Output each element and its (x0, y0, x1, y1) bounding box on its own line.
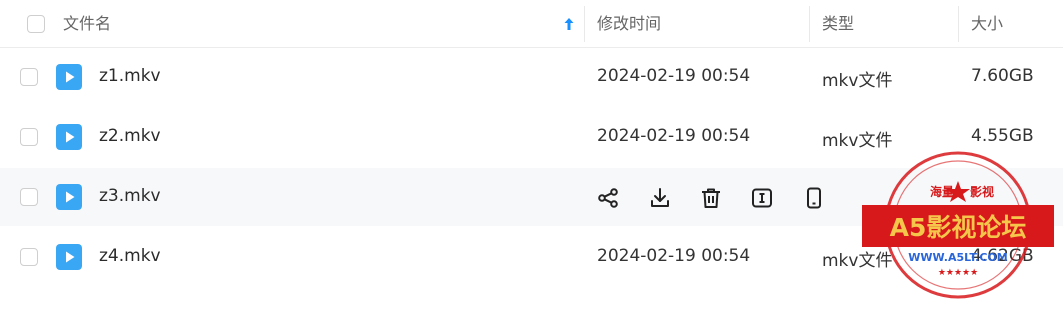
column-header-type[interactable]: 类型 (822, 0, 854, 48)
column-divider[interactable] (584, 6, 585, 42)
watermark-stamp: 海量 影视 A5影视论坛 WWW.A5LT.COM ★★★★★ (862, 151, 1054, 299)
modified-time: 2024-02-19 00:54 (597, 126, 751, 146)
watermark-stars: ★★★★★ (938, 268, 978, 278)
share-icon[interactable] (596, 186, 620, 210)
video-file-icon (56, 64, 82, 90)
modified-time: 2024-02-19 00:54 (597, 66, 751, 86)
file-type: mkv文件 (822, 131, 893, 151)
watermark-main-text: A5影视论坛 (890, 213, 1027, 242)
column-header-modified[interactable]: 修改时间 (597, 0, 661, 48)
file-name[interactable]: z2.mkv (99, 126, 161, 146)
row-checkbox[interactable] (20, 68, 38, 86)
file-name[interactable]: z4.mkv (99, 246, 161, 266)
file-list-header: 文件名 修改时间 类型 大小 (0, 0, 1063, 48)
download-icon[interactable] (648, 186, 672, 210)
video-file-icon (56, 244, 82, 270)
delete-icon[interactable] (699, 186, 723, 210)
video-file-icon (56, 184, 82, 210)
watermark-url: WWW.A5LT.COM (908, 251, 1007, 264)
file-size: 7.60GB (971, 66, 1034, 86)
mobile-icon[interactable] (802, 186, 826, 210)
file-size: 4.55GB (971, 126, 1034, 146)
file-name[interactable]: z1.mkv (99, 66, 161, 86)
rename-icon[interactable] (750, 186, 774, 210)
arrow-up-icon[interactable] (561, 16, 577, 32)
select-all-checkbox[interactable] (27, 15, 45, 33)
file-name[interactable]: z3.mkv (99, 186, 161, 206)
column-divider[interactable] (809, 6, 810, 42)
modified-time: 2024-02-19 00:54 (597, 246, 751, 266)
video-file-icon (56, 124, 82, 150)
column-header-size[interactable]: 大小 (971, 0, 1003, 48)
row-checkbox[interactable] (20, 188, 38, 206)
table-row[interactable]: z1.mkv 2024-02-19 00:54 mkv文件 7.60GB (0, 48, 1063, 106)
column-divider[interactable] (958, 6, 959, 42)
file-type: mkv文件 (822, 71, 893, 91)
row-checkbox[interactable] (20, 128, 38, 146)
watermark-top-text-2: 影视 (970, 184, 994, 199)
column-header-name[interactable]: 文件名 (63, 0, 111, 48)
row-checkbox[interactable] (20, 248, 38, 266)
